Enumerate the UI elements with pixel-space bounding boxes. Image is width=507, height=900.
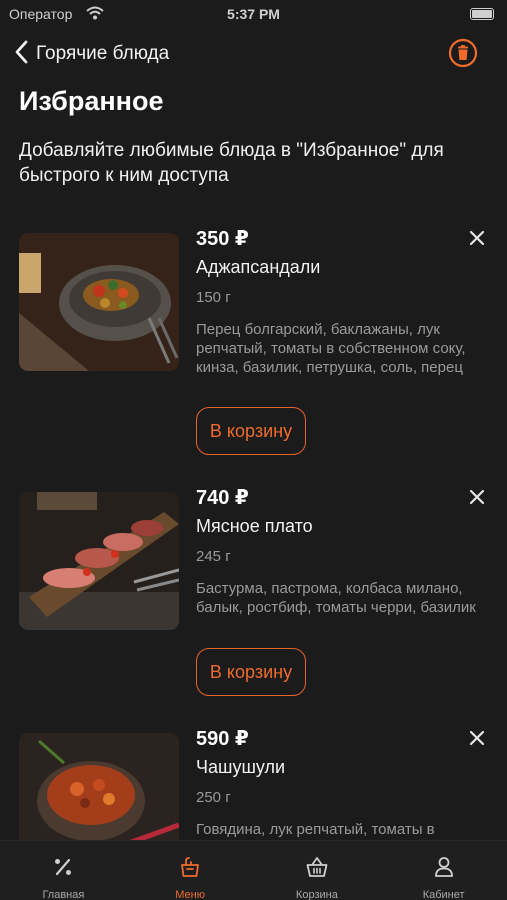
item-weight: 250 г [196,789,231,806]
item-weight: 150 г [196,289,231,306]
tab-menu[interactable]: Меню [127,841,254,900]
item-details: 350 ₽ Аджапсандали 150 г Перец болгарски… [196,226,486,455]
clear-favorites-button[interactable] [448,38,480,70]
item-name: Мясное плато [196,516,313,536]
tab-label: Главная [42,889,85,900]
add-to-cart-button[interactable]: В корзину [196,648,306,696]
status-bar: Оператор 5:37 PM [0,0,507,30]
item-weight: 245 г [196,548,231,565]
basket-icon [305,855,329,884]
battery-icon [470,8,494,20]
item-price: 740 ₽ [196,487,249,509]
item-name: Чашушули [196,757,286,777]
status-time: 5:37 PM [227,6,280,22]
chevron-left-icon [14,40,28,69]
nav-bar: Горячие блюда [0,30,507,78]
tab-account[interactable]: Кабинет [380,841,507,900]
tab-bar: Главная Меню Корзина Кабинет [0,840,507,900]
remove-favorite-button[interactable] [468,488,486,506]
user-icon [432,855,456,884]
remove-favorite-button[interactable] [468,729,486,747]
dish-photo[interactable] [19,233,179,371]
tab-label: Меню [175,889,205,900]
item-name: Аджапсандали [196,257,321,277]
close-icon [468,230,486,251]
tab-home[interactable]: Главная [0,841,127,900]
tab-cart[interactable]: Корзина [254,841,381,900]
trash-icon [448,38,478,72]
back-button-label: Горячие блюда [36,43,170,64]
tab-label: Кабинет [422,889,465,900]
item-price: 590 ₽ [196,728,249,750]
item-details: 740 ₽ Мясное плато 245 г Бастурма, пастр… [196,485,486,696]
dish-photo[interactable] [19,492,179,630]
page-subtitle: Добавляйте любимые блюда в "Избранное" д… [19,140,444,186]
item-details: 590 ₽ Чашушули 250 г Говядина, лук репча… [196,726,486,839]
item-ingredients: Перец болгарский, баклажаны, лук репчаты… [196,321,466,376]
menu-icon [178,855,202,884]
page-title: Избранное [19,86,164,116]
add-to-cart-button[interactable]: В корзину [196,407,306,455]
remove-favorite-button[interactable] [468,229,486,247]
percent-icon [51,855,75,884]
item-price: 350 ₽ [196,228,249,250]
tab-label: Корзина [295,889,338,900]
close-icon [468,489,486,510]
close-icon [468,730,486,751]
back-button[interactable]: Горячие блюда [14,38,169,70]
item-ingredients: Бастурма, пастрома, колбаса милано, балы… [196,580,476,616]
item-ingredients: Говядина, лук репчатый, томаты в [196,821,435,838]
